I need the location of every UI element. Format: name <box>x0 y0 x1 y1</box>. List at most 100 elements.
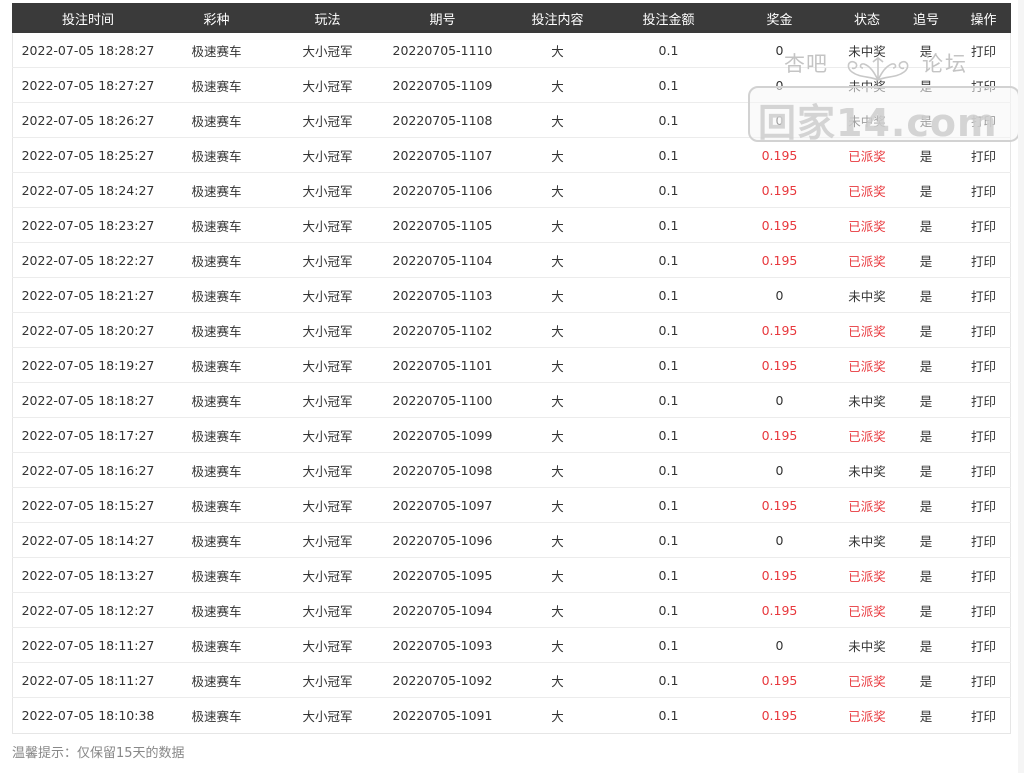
cell-chase: 是 <box>896 102 956 138</box>
cell-period: 20220705-1091 <box>392 707 493 723</box>
cell-time: 2022-07-05 18:18:27 <box>12 382 164 418</box>
cell-time: 2022-07-05 18:27:27 <box>12 67 164 103</box>
cell-chase: 是 <box>896 33 956 68</box>
cell-content: 大 <box>499 172 616 208</box>
print-link[interactable]: 打印 <box>956 207 1011 243</box>
cell-chase: 是 <box>896 627 956 663</box>
print-link[interactable]: 打印 <box>956 627 1011 663</box>
cell-lottery: 极速赛车 <box>164 277 269 313</box>
cell-status: 已派奖 <box>838 137 896 173</box>
cell-lottery: 极速赛车 <box>164 452 269 488</box>
cell-status: 已派奖 <box>838 242 896 278</box>
table-row: 2022-07-05 18:12:27 极速赛车 大小冠军 20220705-1094… <box>12 592 1011 628</box>
cell-amount: 0.1 <box>616 137 721 173</box>
cell-period: 20220705-1100 <box>386 382 499 418</box>
table-row: 2022-07-05 18:22:27 极速赛车 大小冠军 20220705-1104… <box>12 242 1011 278</box>
cell-prize: 0 <box>721 627 838 663</box>
col-header-chase: 追号 <box>896 3 956 33</box>
print-link[interactable]: 打印 <box>956 698 1011 733</box>
cell-time: 2022-07-05 18:12:27 <box>12 592 164 628</box>
cell-chase: 是 <box>896 487 956 523</box>
cell-lottery: 极速赛车 <box>164 487 269 523</box>
cell-time: 2022-07-05 18:23:27 <box>12 207 164 243</box>
print-link[interactable]: 打印 <box>956 452 1011 488</box>
col-header-lottery: 彩种 <box>164 3 269 33</box>
cell-time: 2022-07-05 18:28:27 <box>12 33 164 68</box>
col-header-prize: 奖金 <box>721 3 838 33</box>
table-row: 2022-07-05 18:13:27 极速赛车 大小冠军 20220705-1095… <box>12 557 1011 593</box>
cell-time: 2022-07-05 18:14:27 <box>12 522 164 558</box>
cell-prize: 0.195 <box>721 662 838 698</box>
cell-status: 已派奖 <box>838 347 896 383</box>
cell-time: 2022-07-05 18:17:27 <box>12 417 164 453</box>
cell-status: 已派奖 <box>838 662 896 698</box>
cell-chase: 是 <box>896 172 956 208</box>
cell-content: 大 <box>499 312 616 348</box>
print-link[interactable]: 打印 <box>956 172 1011 208</box>
cell-period: 20220705-1097 <box>386 487 499 523</box>
cell-amount: 0.1 <box>616 417 721 453</box>
cell-prize: 0.195 <box>721 242 838 278</box>
cell-period: 20220705-1107 <box>386 137 499 173</box>
cell-prize: 0 <box>721 382 838 418</box>
cell-amount: 0.1 <box>616 242 721 278</box>
cell-time: 2022-07-05 18:10:38 <box>21 707 155 723</box>
cell-play: 大小冠军 <box>269 452 386 488</box>
cell-play: 大小冠军 <box>269 347 386 383</box>
cell-play: 大小冠军 <box>269 382 386 418</box>
cell-prize: 0.195 <box>721 487 838 523</box>
print-link[interactable]: 打印 <box>956 102 1011 138</box>
cell-chase: 是 <box>896 417 956 453</box>
cell-content: 大 <box>551 708 564 724</box>
cell-lottery: 极速赛车 <box>164 382 269 418</box>
cell-content: 大 <box>499 137 616 173</box>
page-scrollbar[interactable] <box>1018 0 1024 773</box>
print-link[interactable]: 打印 <box>956 662 1011 698</box>
print-link[interactable]: 打印 <box>956 417 1011 453</box>
print-link[interactable]: 打印 <box>956 312 1011 348</box>
cell-amount: 0.1 <box>616 522 721 558</box>
cell-lottery: 极速赛车 <box>164 417 269 453</box>
cell-time: 2022-07-05 18:15:27 <box>12 487 164 523</box>
print-link[interactable]: 打印 <box>956 33 1011 68</box>
print-link[interactable]: 打印 <box>956 67 1011 103</box>
print-link[interactable]: 打印 <box>956 277 1011 313</box>
cell-status: 未中奖 <box>838 452 896 488</box>
cell-prize: 0 <box>721 67 838 103</box>
cell-play: 大小冠军 <box>269 487 386 523</box>
cell-time: 2022-07-05 18:24:27 <box>12 172 164 208</box>
print-link[interactable]: 打印 <box>956 557 1011 593</box>
cell-status: 已派奖 <box>838 557 896 593</box>
cell-amount: 0.1 <box>616 312 721 348</box>
table-row: 2022-07-05 18:28:27 极速赛车 大小冠军 20220705-1110… <box>12 33 1011 68</box>
cell-content: 大 <box>499 522 616 558</box>
cell-period: 20220705-1096 <box>386 522 499 558</box>
print-link[interactable]: 打印 <box>956 242 1011 278</box>
table-header: 投注时间 彩种 玩法 期号 投注内容 投注金额 奖金 状态 追号 操作 <box>12 3 1011 33</box>
cell-chase: 是 <box>919 708 933 724</box>
cell-lottery: 极速赛车 <box>164 557 269 593</box>
print-link[interactable]: 打印 <box>956 592 1011 628</box>
col-header-period: 期号 <box>386 3 499 33</box>
cell-status: 已派奖 <box>838 417 896 453</box>
cell-time: 2022-07-05 18:16:27 <box>12 452 164 488</box>
print-link[interactable]: 打印 <box>956 487 1011 523</box>
cell-period: 20220705-1104 <box>386 242 499 278</box>
print-link[interactable]: 打印 <box>956 347 1011 383</box>
cell-lottery: 极速赛车 <box>164 102 269 138</box>
cell-amount: 0.1 <box>616 277 721 313</box>
cell-play: 大小冠军 <box>269 67 386 103</box>
print-link[interactable]: 打印 <box>956 382 1011 418</box>
cell-lottery: 极速赛车 <box>164 33 269 68</box>
cell-content: 大 <box>499 347 616 383</box>
col-header-content: 投注内容 <box>499 3 616 33</box>
cell-prize: 0.195 <box>761 707 798 723</box>
cell-lottery: 极速赛车 <box>191 708 242 724</box>
retention-tip: 温馨提示：仅保留15天的数据 <box>12 746 185 761</box>
cell-prize: 0 <box>721 33 838 68</box>
print-link[interactable]: 打印 <box>956 137 1011 173</box>
print-link[interactable]: 打印 <box>956 522 1011 558</box>
cell-content: 大 <box>499 627 616 663</box>
cell-amount: 0.1 <box>616 487 721 523</box>
cell-time: 2022-07-05 18:13:27 <box>12 557 164 593</box>
